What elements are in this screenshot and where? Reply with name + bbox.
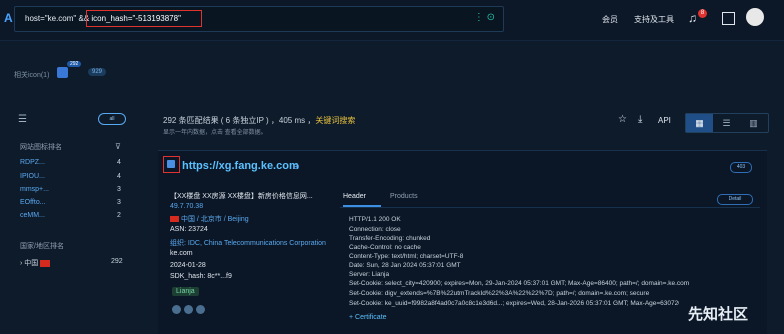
result-url[interactable]: https://xg.fang.ke.com bbox=[182, 160, 299, 172]
sidebar-item[interactable]: ceMM... bbox=[20, 212, 45, 219]
summary-note: 显示一年内数据，点击 查看全部数据。 bbox=[163, 130, 267, 136]
sidebar-item-count: 4 bbox=[117, 173, 121, 180]
menu-icon[interactable]: ☰ bbox=[18, 114, 27, 125]
http-line: Server: Lianja bbox=[349, 271, 390, 278]
section-title-country-rank: 国家/地区排名 bbox=[20, 243, 64, 250]
country-label: 中国 bbox=[24, 260, 39, 267]
http-line: Date: Sun, 28 Jan 2024 05:37:01 GMT bbox=[349, 262, 461, 269]
sidebar-item[interactable]: RDPZ... bbox=[20, 159, 45, 166]
bell-icon[interactable]: ♫ bbox=[688, 11, 697, 25]
sidebar-item[interactable]: IPIOU... bbox=[20, 173, 45, 180]
http-line: Set-Cookie: ke_uuid=f9982a8f4ad0c7a0c8c1… bbox=[349, 300, 679, 307]
sidebar-item-count: 4 bbox=[117, 159, 121, 166]
filter-icon[interactable]: ⊽ bbox=[115, 142, 121, 151]
apps-icon[interactable] bbox=[722, 12, 735, 25]
similar-count-badge: 292 bbox=[67, 61, 82, 67]
tab-products[interactable]: Products bbox=[390, 193, 418, 200]
http-line: Cache-Control: no cache bbox=[349, 244, 421, 251]
sidebar-item-count: 2 bbox=[117, 212, 121, 219]
list-view-icon[interactable]: ☰ bbox=[713, 114, 740, 132]
result-asn: ASN: 23724 bbox=[170, 226, 208, 233]
app-logo[interactable]: A bbox=[4, 11, 13, 25]
result-ip[interactable]: 49.7.70.38 bbox=[170, 203, 203, 210]
screenshot-icon[interactable] bbox=[172, 305, 181, 314]
nav-tools[interactable]: 支持及工具 bbox=[634, 14, 674, 25]
search-highlight-box bbox=[86, 10, 202, 27]
http-line: Transfer-Encoding: chunked bbox=[349, 235, 431, 242]
sidebar-item[interactable]: mmsp+... bbox=[20, 186, 49, 193]
result-location[interactable]: 中国 / 北京市 / Beijing bbox=[170, 214, 249, 224]
similar-icon-label: 相关icon(1) bbox=[14, 72, 50, 79]
search-query-prefix: host="ke.com" && bbox=[25, 14, 92, 23]
http-line: Connection: close bbox=[349, 226, 401, 233]
status-pill[interactable]: 403 bbox=[730, 162, 752, 173]
result-sdk-hash: SDK_hash: 8c**...f9 bbox=[170, 273, 232, 280]
http-line: Content-Type: text/html; charset=UTF-8 bbox=[349, 253, 464, 260]
keyword-search-link[interactable]: 关键词搜索 bbox=[315, 116, 355, 125]
chevron-right-icon: › bbox=[20, 260, 23, 267]
flag-icon bbox=[40, 259, 51, 267]
avatar[interactable] bbox=[746, 8, 764, 26]
certificate-toggle[interactable]: + Certificate bbox=[349, 314, 387, 321]
tabs-divider bbox=[340, 207, 760, 208]
result-title: 【XX楼盘 XX房源 XX楼盘】新房价格信息网... bbox=[170, 193, 313, 200]
http-line: HTTP/1.1 200 OK bbox=[349, 216, 401, 223]
view-toggle: ▦ ☰ ▥ bbox=[685, 113, 769, 133]
result-org[interactable]: 组织: IDC, China Telecommunications Corpor… bbox=[170, 238, 326, 248]
sidebar-item-country[interactable]: › 中国 bbox=[20, 258, 51, 268]
sidebar-item-count: 3 bbox=[117, 186, 121, 193]
nav-member[interactable]: 会员 bbox=[602, 14, 618, 25]
result-domain[interactable]: ke.com bbox=[170, 250, 193, 257]
country-count: 292 bbox=[111, 258, 123, 265]
globe-icon[interactable] bbox=[196, 305, 205, 314]
notification-badge: 8 bbox=[698, 9, 707, 18]
summary-text: 292 条匹配结果 ( 6 条独立IP ) ，405 ms ， bbox=[163, 116, 316, 125]
http-line: Set-Cookie: digv_extends=%7B%22utmTrackI… bbox=[349, 290, 650, 297]
detail-button[interactable]: Detail bbox=[717, 194, 753, 205]
all-toggle[interactable]: all bbox=[98, 113, 126, 125]
server-tag[interactable]: Lianja bbox=[172, 287, 199, 296]
watermark-text: 先知社区 bbox=[688, 306, 749, 323]
link-icon[interactable]: ⊖ bbox=[293, 162, 300, 171]
api-button[interactable]: API bbox=[658, 116, 671, 125]
grid-view-icon[interactable]: ▦ bbox=[686, 114, 713, 132]
sidebar-item[interactable]: EOffto... bbox=[20, 199, 46, 206]
favicon-highlight-box bbox=[163, 156, 180, 173]
table-view-icon[interactable]: ▥ bbox=[740, 114, 767, 132]
similar-pill[interactable]: 929 bbox=[88, 68, 107, 76]
section-title-favicon-rank: 网站图标排名 bbox=[20, 144, 62, 151]
result-summary: 292 条匹配结果 ( 6 条独立IP ) ，405 ms ，关键词搜索 bbox=[163, 115, 355, 126]
flag-icon bbox=[170, 216, 179, 223]
tab-header[interactable]: Header bbox=[343, 193, 366, 200]
favicon-icon[interactable] bbox=[57, 67, 68, 78]
sidebar-item-count: 3 bbox=[117, 199, 121, 206]
star-icon[interactable]: ☆ bbox=[618, 114, 627, 125]
http-line: Set-Cookie: select_city=420900; expires=… bbox=[349, 280, 690, 287]
cert-icon[interactable] bbox=[184, 305, 193, 314]
location-text: 中国 / 北京市 / Beijing bbox=[180, 216, 249, 223]
download-icon[interactable]: ⤓ bbox=[638, 114, 642, 125]
search-icon[interactable]: ⋮ ⊙ bbox=[474, 12, 495, 23]
result-date: 2024-01-28 bbox=[170, 262, 206, 269]
search-bar[interactable]: host="ke.com" && icon_hash="-513193878" … bbox=[14, 6, 504, 32]
